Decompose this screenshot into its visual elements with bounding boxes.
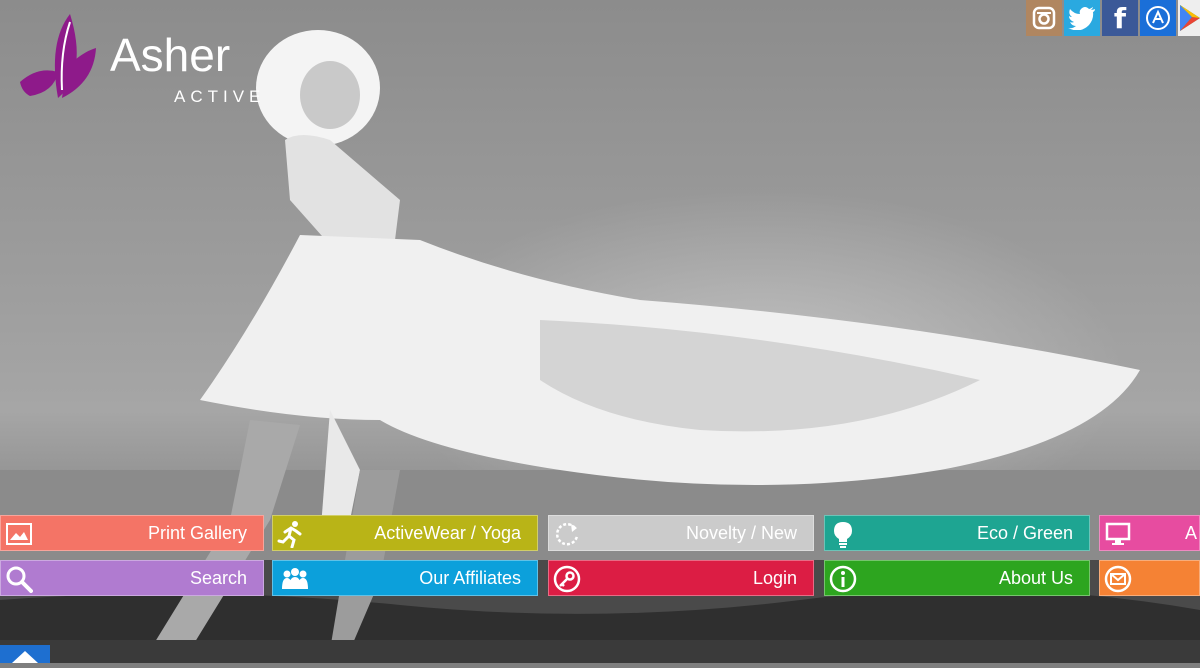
refresh-icon — [555, 523, 579, 546]
home-icon — [12, 651, 38, 663]
tile-print-gallery[interactable]: Print Gallery — [0, 515, 264, 551]
twitter-icon[interactable] — [1064, 0, 1100, 36]
search-icon — [6, 566, 33, 593]
instagram-icon[interactable] — [1026, 0, 1062, 36]
brand-name: Asher — [110, 29, 231, 81]
facebook-icon[interactable]: f — [1102, 0, 1138, 36]
app-store-icon[interactable] — [1140, 0, 1176, 36]
tile-novelty[interactable]: Novelty / New — [548, 515, 814, 551]
tile-label: Search — [189, 567, 247, 588]
tile-partial-top[interactable]: A — [1099, 515, 1200, 551]
leaf-logo-icon — [20, 14, 96, 98]
tile-search[interactable]: Search — [0, 560, 264, 596]
tile-label: Eco / Green — [976, 522, 1073, 543]
info-icon — [829, 565, 857, 593]
tile-label: About Us — [998, 567, 1073, 588]
tile-label: Novelty / New — [685, 522, 797, 543]
tile-partial-bottom[interactable] — [1099, 560, 1200, 596]
google-play-icon[interactable] — [1178, 0, 1200, 36]
social-links: f — [1026, 0, 1200, 36]
brand-tagline: ACTIVE — [174, 87, 266, 106]
runner-icon — [277, 521, 302, 548]
monitor-icon — [1105, 522, 1131, 545]
tile-label: Our Affiliates — [419, 567, 521, 588]
tile-eco[interactable]: Eco / Green — [824, 515, 1090, 551]
tile-label: ActiveWear / Yoga — [374, 522, 521, 543]
tile-label: Login — [752, 567, 797, 588]
key-icon — [553, 565, 581, 593]
tile-affiliates[interactable]: Our Affiliates — [272, 560, 538, 596]
tile-activewear[interactable]: ActiveWear / Yoga — [272, 515, 538, 551]
gallery-icon — [6, 523, 32, 545]
lightbulb-icon — [834, 522, 852, 548]
logo[interactable]: Asher ACTIVE — [18, 12, 260, 106]
people-icon — [282, 568, 308, 589]
mail-icon — [1104, 565, 1132, 593]
tile-label: A — [1184, 522, 1197, 543]
home-button[interactable] — [0, 645, 50, 663]
tile-label: Print Gallery — [147, 522, 247, 543]
tile-about[interactable]: About Us — [824, 560, 1090, 596]
tile-login[interactable]: Login — [548, 560, 814, 596]
